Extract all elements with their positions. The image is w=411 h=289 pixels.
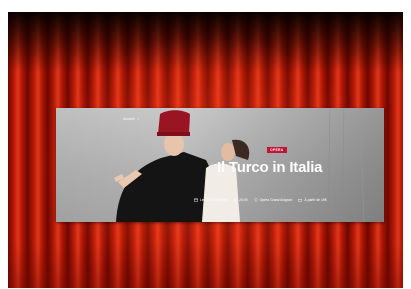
location-pin-icon [254,198,258,202]
meta-time-text: 20:00 [239,198,248,202]
meta-date-text: Les 22 et 24 mars [200,198,228,202]
event-title: Il Turco in Italia [217,159,323,176]
meta-time: 20:00 [233,198,248,202]
clock-icon [233,198,237,202]
meta-price-text: À partir de 15€ [304,198,327,202]
ticket-icon [298,199,303,202]
event-hero-banner: Accueil › OPÉRA Il Turco in Italia Les 2… [56,108,384,222]
meta-venue-text[interactable]: Opéra Grand Avignon [260,198,293,202]
calendar-icon [194,198,198,202]
meta-price: À partir de 15€ [298,198,327,202]
meta-date: Les 22 et 24 mars [194,198,227,202]
category-badge[interactable]: OPÉRA [267,147,287,153]
chevron-right-icon: › [137,116,139,121]
meta-venue: Opéra Grand Avignon [254,198,293,202]
breadcrumb: Accueil › [123,116,139,121]
theater-curtain-background: Accueil › OPÉRA Il Turco in Italia Les 2… [8,12,403,288]
breadcrumb-home-link[interactable]: Accueil [123,117,135,121]
event-meta: Les 22 et 24 mars 20:00 Opéra Grand Avig… [194,198,327,202]
